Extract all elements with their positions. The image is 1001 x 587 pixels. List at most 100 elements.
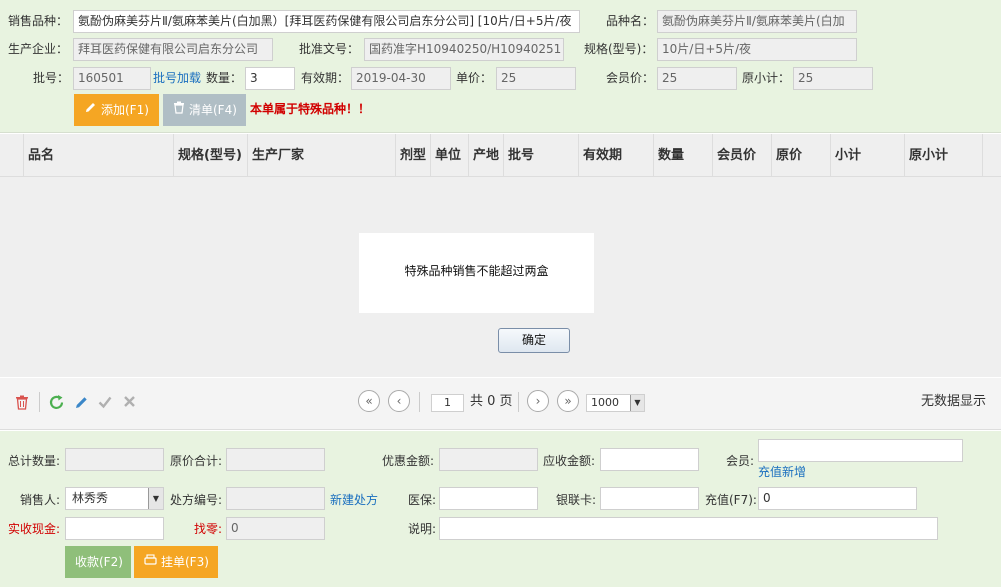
maker-label: 生产企业：: [8, 42, 69, 56]
delete-icon[interactable]: [15, 395, 29, 413]
special-item-warning: 本单属于特殊品种！！: [250, 102, 371, 116]
orig-subtotal-field: 25: [793, 67, 873, 90]
recharge-label: 充值(F7):: [705, 493, 757, 507]
total-qty-field: [65, 448, 164, 471]
col-unit[interactable]: 单位: [431, 134, 469, 177]
clear-button-label: 清单(F4): [189, 103, 237, 117]
alert-dialog: 特殊品种销售不能超过两盒: [359, 233, 594, 313]
double-chevron-left-icon: «: [365, 394, 373, 408]
name-label: 品种名：: [606, 14, 655, 28]
expiry-label: 有效期：: [301, 71, 350, 85]
member-price-field: 25: [657, 67, 737, 90]
col-dosage-form[interactable]: 剂型: [396, 134, 431, 177]
discount-label: 优惠金额:: [382, 454, 435, 468]
orig-total-label: 原价合计:: [170, 454, 223, 468]
orig-total-field: [226, 448, 325, 471]
col-subtotal[interactable]: 小计: [831, 134, 905, 177]
no-data-text: 无数据显示: [921, 394, 987, 409]
cash-input[interactable]: [65, 517, 164, 540]
price-label: 单价：: [456, 71, 493, 85]
pencil-icon: [84, 94, 97, 126]
batch-field: 160501: [73, 67, 151, 90]
page-number-input[interactable]: 1: [431, 394, 464, 412]
unionpay-input[interactable]: [600, 487, 699, 510]
recharge-new-link[interactable]: 充值新增: [758, 462, 806, 482]
spec-field: 10片/日+5片/夜: [657, 38, 857, 61]
prev-page-button[interactable]: ‹: [388, 390, 410, 412]
name-field: 氨酚伪麻美芬片Ⅱ/氨麻苯美片(白加: [657, 10, 857, 33]
prescription-field: [226, 487, 325, 510]
qty-input[interactable]: 3: [245, 67, 295, 90]
dropdown-arrow-icon: ▼: [630, 395, 644, 411]
col-maker[interactable]: 生产厂家: [248, 134, 396, 177]
note-label: 说明:: [408, 522, 437, 536]
col-member-price[interactable]: 会员价: [713, 134, 772, 177]
col-name[interactable]: 品名: [24, 134, 174, 177]
items-table-header: 品名 规格(型号) 生产厂家 剂型 单位 产地 批号 有效期 数量 会员价 原价…: [0, 134, 1001, 177]
col-expiry[interactable]: 有效期: [579, 134, 654, 177]
unionpay-label: 银联卡:: [556, 493, 597, 507]
qty-label: 数量：: [206, 71, 243, 85]
pager-divider: [419, 392, 420, 412]
col-batch[interactable]: 批号: [504, 134, 579, 177]
col-qty[interactable]: 数量: [654, 134, 713, 177]
total-pages-text: 共 0 页: [470, 394, 513, 409]
chevron-left-icon: ‹: [396, 394, 402, 408]
chevron-right-icon: ›: [535, 394, 541, 408]
member-input[interactable]: [758, 439, 963, 462]
change-label: 找零:: [194, 522, 223, 536]
refresh-icon[interactable]: [48, 394, 65, 414]
orig-subtotal-label: 原小计：: [742, 71, 791, 85]
total-qty-label: 总计数量:: [8, 454, 61, 468]
discount-field: [439, 448, 538, 471]
alert-message: 特殊品种销售不能超过两盒: [404, 264, 549, 278]
maker-field: 拜耳医药保健有限公司启东分公司: [73, 38, 273, 61]
first-page-button[interactable]: «: [358, 390, 380, 412]
note-input[interactable]: [439, 517, 938, 540]
approval-field: 国药准字H10940250/H10940251: [364, 38, 564, 61]
trash-icon: [173, 94, 185, 126]
edit-icon[interactable]: [74, 395, 89, 413]
pager-divider: [39, 392, 40, 412]
add-button-label: 添加(F1): [101, 103, 149, 117]
printer-icon: [144, 546, 157, 578]
member-price-label: 会员价：: [606, 71, 655, 85]
recharge-input[interactable]: 0: [758, 487, 917, 510]
page-size-select[interactable]: 1000 ▼: [586, 394, 645, 412]
product-select-input[interactable]: 氨酚伪麻美芬片Ⅱ/氨麻苯美片(白加黑）[拜耳医药保健有限公司启东分公司] [10…: [73, 10, 580, 33]
change-field: 0: [226, 517, 325, 540]
hold-button[interactable]: 挂单(F3): [134, 546, 218, 578]
page-size-value: 1000: [591, 396, 619, 409]
hold-button-label: 挂单(F3): [161, 555, 209, 569]
ok-button[interactable]: 确定: [498, 328, 570, 353]
batch-label: 批号：: [33, 71, 70, 85]
cancel-icon[interactable]: [123, 395, 136, 411]
collect-button[interactable]: 收款(F2): [65, 546, 131, 578]
col-spec[interactable]: 规格(型号): [174, 134, 248, 177]
add-button[interactable]: 添加(F1): [74, 94, 159, 126]
next-page-button[interactable]: ›: [527, 390, 549, 412]
col-orig-price[interactable]: 原价: [772, 134, 831, 177]
clear-button[interactable]: 清单(F4): [163, 94, 246, 126]
last-page-button[interactable]: »: [557, 390, 579, 412]
row-number-header: [0, 134, 24, 177]
member-label: 会员:: [726, 454, 755, 468]
expiry-field: 2019-04-30: [351, 67, 451, 90]
prescription-label: 处方编号:: [170, 493, 223, 507]
double-chevron-right-icon: »: [564, 394, 572, 408]
medical-insurance-label: 医保:: [408, 493, 437, 507]
dropdown-arrow-icon: ▼: [148, 488, 163, 509]
seller-select[interactable]: 林秀秀 ▼: [65, 487, 164, 510]
cash-label: 实收现金:: [8, 522, 61, 536]
receivable-input[interactable]: [600, 448, 699, 471]
batch-load-link[interactable]: 批号加载: [153, 68, 201, 88]
product-entry-panel: 销售品种： 氨酚伪麻美芬片Ⅱ/氨麻苯美片(白加黑）[拜耳医药保健有限公司启东分公…: [0, 0, 1001, 133]
receivable-label: 应收金额:: [543, 454, 596, 468]
col-orig-subtotal[interactable]: 原小计: [905, 134, 983, 177]
new-prescription-link[interactable]: 新建处方: [330, 490, 378, 510]
price-field: 25: [496, 67, 576, 90]
col-origin[interactable]: 产地: [469, 134, 504, 177]
check-icon[interactable]: [98, 395, 112, 412]
medical-insurance-input[interactable]: [439, 487, 538, 510]
product-label: 销售品种：: [8, 14, 69, 28]
